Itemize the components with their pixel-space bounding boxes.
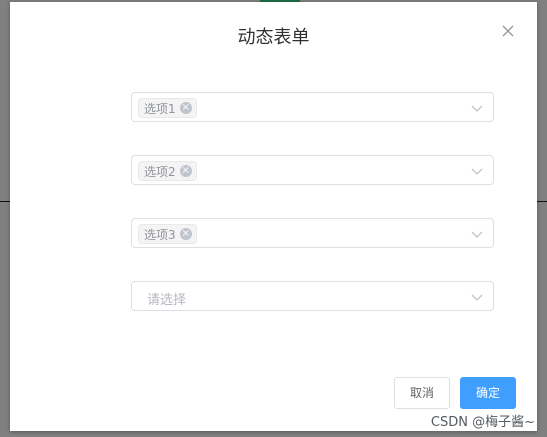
selected-tag: 选项2 ×	[138, 161, 197, 181]
dynamic-form-dialog: 动态表单 选项1 × 选项2 × 选项3 × 请选择 取消 确定	[10, 2, 537, 431]
confirm-button[interactable]: 确定	[460, 377, 516, 409]
select-placeholder: 请选择	[147, 293, 187, 308]
chevron-down-icon	[471, 294, 483, 301]
dialog-title: 动态表单	[237, 27, 310, 48]
watermark: CSDN @梅子酱~	[430, 415, 535, 430]
option-select-2[interactable]: 选项2 ×	[131, 155, 494, 185]
tag-label: 选项1	[144, 101, 176, 116]
option-select-empty[interactable]: 请选择	[131, 281, 494, 311]
cancel-button[interactable]: 取消	[394, 377, 450, 409]
selected-tag: 选项1 ×	[138, 98, 197, 118]
chevron-down-icon	[471, 231, 483, 238]
option-select-3[interactable]: 选项3 ×	[131, 218, 494, 248]
tag-close-icon[interactable]: ×	[179, 165, 192, 177]
chevron-down-icon	[471, 168, 483, 175]
tag-close-icon[interactable]: ×	[179, 102, 192, 114]
option-select-1[interactable]: 选项1 ×	[131, 92, 494, 122]
chevron-down-icon	[471, 105, 483, 112]
selected-tag: 选项3 ×	[138, 224, 197, 244]
close-icon[interactable]	[499, 22, 517, 40]
tag-close-icon[interactable]: ×	[179, 228, 192, 240]
tag-label: 选项2	[144, 164, 176, 179]
tag-label: 选项3	[144, 227, 176, 242]
